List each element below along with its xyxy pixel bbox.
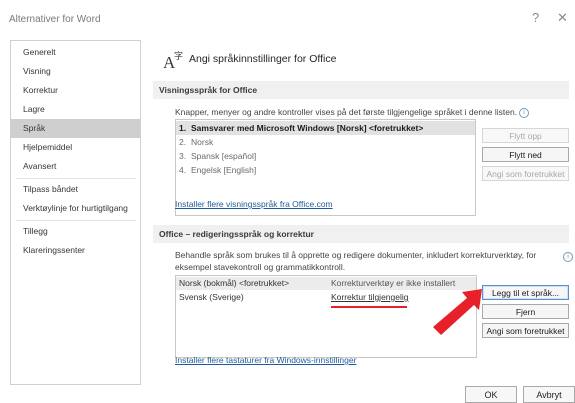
sidebar-item-sprak[interactable]: Språk	[11, 119, 140, 138]
sidebar-item-tilpass-bandet[interactable]: Tilpass båndet	[11, 180, 140, 199]
display-language-description-text: Knapper, menyer og andre kontroller vise…	[175, 107, 518, 117]
info-icon[interactable]: i	[563, 252, 573, 262]
remove-button[interactable]: Fjern	[482, 304, 569, 319]
language-name: Norsk (bokmål) <foretrukket>	[179, 278, 290, 288]
move-up-button[interactable]: Flytt opp	[482, 128, 569, 143]
sidebar-item-avansert[interactable]: Avansert	[11, 157, 140, 176]
sidebar-divider	[16, 220, 136, 221]
editing-description-line2: eksempel stavekontroll og grammatikkontr…	[175, 262, 346, 272]
display-language-description: Knapper, menyer og andre kontroller vise…	[175, 106, 530, 118]
ok-button[interactable]: OK	[465, 386, 517, 403]
section-title-editing-language: Office – redigeringsspråk og korrektur	[153, 225, 569, 243]
sidebar-item-klareringssenter[interactable]: Klareringssenter	[11, 241, 140, 260]
proofing-available-link[interactable]: Korrektur tilgjengelig	[331, 291, 408, 304]
editing-description-line1: Behandle språk som brukes til å opprette…	[175, 250, 537, 260]
add-language-button[interactable]: Legg til et språk...	[482, 285, 569, 300]
set-preferred-editing-button[interactable]: Angi som foretrukket	[482, 323, 569, 338]
sidebar-item-generelt[interactable]: Generelt	[11, 43, 140, 62]
help-icon[interactable]: ?	[532, 10, 539, 25]
language-name: Svensk (Sverige)	[179, 292, 244, 302]
list-item-label: Samsvarer med Microsoft Windows [Norsk] …	[191, 123, 424, 133]
svg-text:字: 字	[174, 50, 183, 61]
sidebar-divider	[16, 178, 136, 179]
list-item-label: Norsk	[191, 137, 214, 147]
main-panel: A 字 Angi språkinnstillinger for Office V…	[147, 40, 575, 385]
install-display-languages-link[interactable]: Installer flere visningsspråk fra Office…	[175, 199, 333, 209]
list-item-label: Engelsk [English]	[191, 165, 257, 175]
section-title-display-language: Visningsspråk for Office	[153, 81, 569, 99]
editing-language-description: Behandle språk som brukes til å opprette…	[175, 249, 536, 273]
sidebar-item-hjelpemiddel[interactable]: Hjelpemiddel	[11, 138, 140, 157]
language-icon: A 字	[163, 50, 183, 70]
sidebar-item-lagre[interactable]: Lagre	[11, 100, 140, 119]
window-title: Alternativer for Word	[9, 14, 101, 25]
page-title: Angi språkinnstillinger for Office	[189, 53, 337, 65]
list-item[interactable]: 1. Samsvarer med Microsoft Windows [Norsk…	[176, 121, 475, 135]
sidebar-item-korrektur[interactable]: Korrektur	[11, 81, 140, 100]
sidebar-item-visning[interactable]: Visning	[11, 62, 140, 81]
list-item-number: 1.	[179, 123, 187, 133]
red-underline-annotation	[331, 306, 407, 308]
sidebar-item-verktoylinje[interactable]: Verktøylinje for hurtigtilgang	[11, 199, 140, 218]
install-keyboards-link[interactable]: Installer flere tastaturer fra Windows-i…	[175, 355, 356, 365]
sidebar: Generelt Visning Korrektur Lagre Språk H…	[10, 40, 141, 385]
title-bar: Alternativer for Word ? ✕	[0, 0, 575, 40]
list-item[interactable]: 2. Norsk	[176, 135, 475, 149]
list-item-label: Spansk [español]	[191, 151, 257, 161]
list-item-number: 3.	[179, 151, 187, 161]
set-preferred-display-button[interactable]: Angi som foretrukket	[482, 166, 569, 181]
close-icon[interactable]: ✕	[557, 10, 568, 26]
cancel-button[interactable]: Avbryt	[523, 386, 575, 403]
list-item[interactable]: 3. Spansk [español]	[176, 149, 475, 163]
red-arrow-annotation	[433, 289, 482, 335]
list-item-number: 4.	[179, 165, 187, 175]
info-icon[interactable]: i	[519, 107, 530, 118]
list-item[interactable]: 4. Engelsk [English]	[176, 163, 475, 177]
move-down-button[interactable]: Flytt ned	[482, 147, 569, 162]
sidebar-item-tillegg[interactable]: Tillegg	[11, 222, 140, 241]
list-item-number: 2.	[179, 137, 187, 147]
